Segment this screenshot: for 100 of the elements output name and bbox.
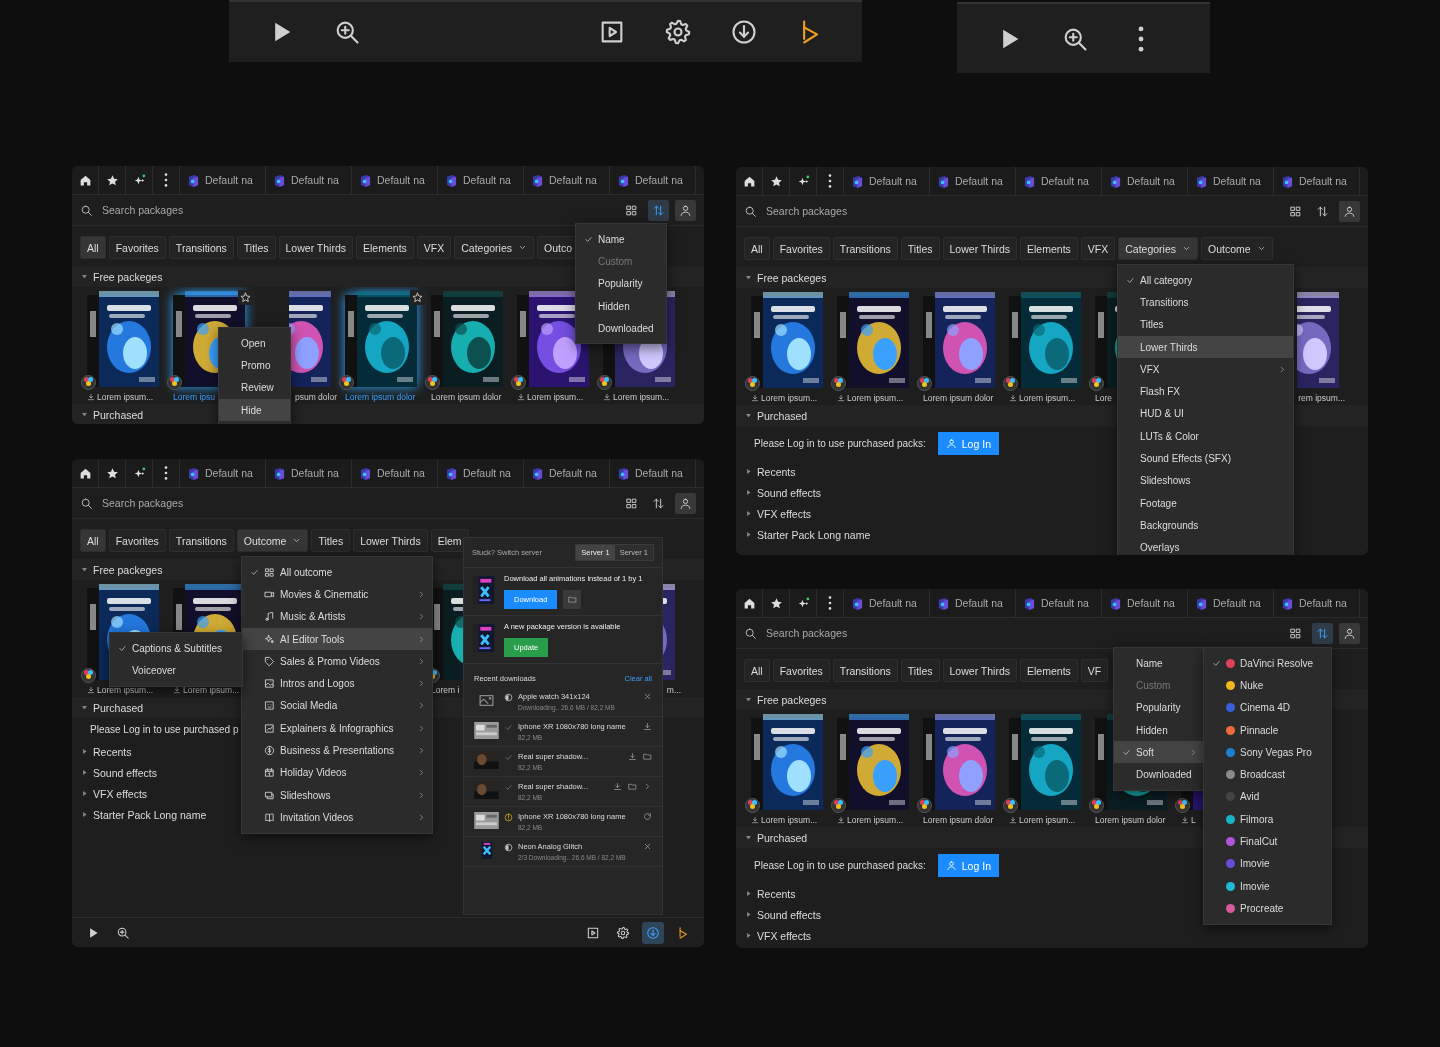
menu-item[interactable]: Downloaded [1114, 763, 1204, 786]
section-header[interactable]: Free packeges [81, 270, 163, 283]
menu-item[interactable]: Business & Presentations [242, 739, 432, 762]
menu-item[interactable]: Hide [219, 398, 290, 422]
package-tab[interactable]: Default na [1016, 589, 1102, 617]
filter-chip[interactable]: VFX [416, 236, 452, 259]
filter-chip[interactable]: Transitions [168, 529, 234, 552]
package-tab[interactable]: Default na [1016, 167, 1102, 195]
menu-item[interactable]: FinalCut [1204, 830, 1331, 853]
menu-item[interactable]: Holiday Videos [242, 761, 432, 784]
menu-item[interactable]: All outcome [242, 561, 432, 584]
menu-item[interactable]: Sony Vegas Pro [1204, 741, 1331, 764]
menu-item[interactable]: Sales & Promo Videos [242, 650, 432, 673]
package-tab[interactable]: Default na [266, 459, 352, 487]
filter-chip[interactable]: Elements [356, 236, 414, 259]
filter-chip[interactable]: Categories [1118, 237, 1198, 260]
menu-item[interactable]: Sound Effects (SFX) [1118, 447, 1293, 470]
package-tab[interactable]: Default na [930, 167, 1016, 195]
package-tab[interactable]: Default na [266, 166, 352, 194]
menu-item[interactable]: Cinema 4D [1204, 696, 1331, 719]
package-tab[interactable]: Default na [524, 166, 610, 194]
section-header[interactable]: Sound effects [745, 486, 822, 499]
menu-item[interactable]: Soft [1114, 741, 1204, 764]
package-tab[interactable]: Default na [438, 459, 524, 487]
filter-chip[interactable]: Favorites [108, 236, 166, 259]
menu-item[interactable]: Nuke [1204, 674, 1331, 697]
menu-item[interactable]: Popularity [576, 272, 666, 295]
menu-item[interactable]: Voiceover [110, 659, 242, 682]
section-header[interactable]: Purchased [81, 701, 144, 714]
menu-item[interactable]: Pinnacle [1204, 718, 1331, 742]
section-header[interactable]: Purchased [745, 409, 808, 422]
package-tab[interactable]: Default na [610, 459, 696, 487]
menu-item[interactable]: Backgrounds [1118, 514, 1293, 537]
package-tab[interactable]: Default na [438, 166, 524, 194]
filter-chip[interactable]: Categories [454, 236, 534, 259]
section-header[interactable]: Starter Pack Long name [81, 808, 207, 821]
menu-item[interactable]: Imovie [1204, 874, 1331, 898]
filter-chip[interactable]: Favorites [108, 529, 166, 552]
menu-item[interactable]: Open [219, 332, 290, 355]
menu-item[interactable]: Popularity [1114, 696, 1204, 719]
section-header[interactable]: VFX effects [745, 507, 812, 520]
filter-chip[interactable]: All [744, 237, 770, 260]
search-field[interactable]: Search packages [764, 626, 1279, 640]
section-header[interactable]: Purchased [81, 408, 144, 421]
filter-chip[interactable]: Titles [311, 529, 351, 552]
section-header[interactable]: Sound effects [745, 908, 822, 921]
menu-item[interactable]: Filmora [1204, 808, 1331, 831]
menu-item[interactable]: Transitions [1118, 291, 1293, 314]
filter-chip[interactable]: VFX [1080, 237, 1116, 260]
section-header[interactable]: Recents [745, 887, 796, 900]
filter-chip[interactable]: Lower Thirds [278, 236, 354, 259]
menu-item[interactable]: Slideshows [242, 783, 432, 807]
menu-item[interactable]: Intros and Logos [242, 672, 432, 695]
package-tab[interactable]: Default na [844, 167, 930, 195]
filter-chip[interactable]: Outcome [236, 529, 309, 552]
menu-item[interactable]: Imovie [1204, 852, 1331, 875]
package-tab[interactable]: Default na [930, 589, 1016, 617]
package-tab[interactable]: Default na [352, 166, 438, 194]
filter-chip[interactable]: Titles [900, 237, 940, 260]
package-tab[interactable]: Default na [352, 459, 438, 487]
filter-chip[interactable]: Transitions [832, 237, 898, 260]
search-field[interactable]: Search packages [100, 203, 615, 217]
filter-chip[interactable]: All [744, 659, 770, 682]
menu-item[interactable]: Name [1114, 652, 1204, 675]
package-tab[interactable]: Default na [1188, 589, 1274, 617]
package-tab[interactable]: Default na [1188, 167, 1274, 195]
menu-item[interactable]: Titles [1118, 313, 1293, 336]
menu-item[interactable]: HUD & UI [1118, 402, 1293, 426]
menu-item[interactable]: Music & Artists [242, 605, 432, 628]
menu-item[interactable]: Lower Thirds [1118, 335, 1293, 359]
menu-item[interactable]: Explainers & Infographics [242, 717, 432, 740]
package-tab[interactable]: Default na [1274, 589, 1360, 617]
filter-chip[interactable]: Lower Thirds [942, 237, 1018, 260]
section-header[interactable]: Sound effects [81, 766, 158, 779]
package-tab[interactable]: Default na [1102, 589, 1188, 617]
section-header[interactable]: Free packeges [745, 271, 827, 284]
section-header[interactable]: Free packeges [81, 563, 163, 576]
package-tab[interactable]: Default na [180, 459, 266, 487]
filter-chip[interactable]: Transitions [168, 236, 234, 259]
menu-item[interactable]: Broadcast [1204, 763, 1331, 786]
section-header[interactable]: VFX effects [81, 787, 148, 800]
filter-chip[interactable]: All [80, 236, 106, 259]
filter-chip[interactable]: Lower Thirds [942, 659, 1018, 682]
section-header[interactable]: Starter Pack Long name [745, 528, 871, 541]
menu-item[interactable]: Avid [1204, 785, 1331, 809]
menu-item[interactable]: Flash FX [1118, 380, 1293, 403]
menu-item[interactable]: Downloaded [576, 317, 666, 340]
menu-item[interactable]: Footage [1118, 491, 1293, 515]
filter-chip[interactable]: Elem [430, 529, 469, 552]
menu-item[interactable]: Captions & Subtitles [110, 637, 242, 660]
menu-item[interactable]: Procreate [1204, 897, 1331, 920]
menu-item[interactable]: Overlays [1118, 536, 1293, 555]
filter-chip[interactable]: Lower Thirds [353, 529, 428, 552]
package-tab[interactable]: Default na [844, 589, 930, 617]
filter-chip[interactable]: Outcome [1201, 237, 1273, 260]
section-header[interactable]: Recents [81, 745, 132, 758]
filter-chip[interactable]: Elements [1020, 237, 1078, 260]
menu-item[interactable]: Invitation Videos [242, 806, 432, 829]
menu-item[interactable]: Hidden [1114, 718, 1204, 742]
filter-chip[interactable]: Favorites [772, 237, 830, 260]
